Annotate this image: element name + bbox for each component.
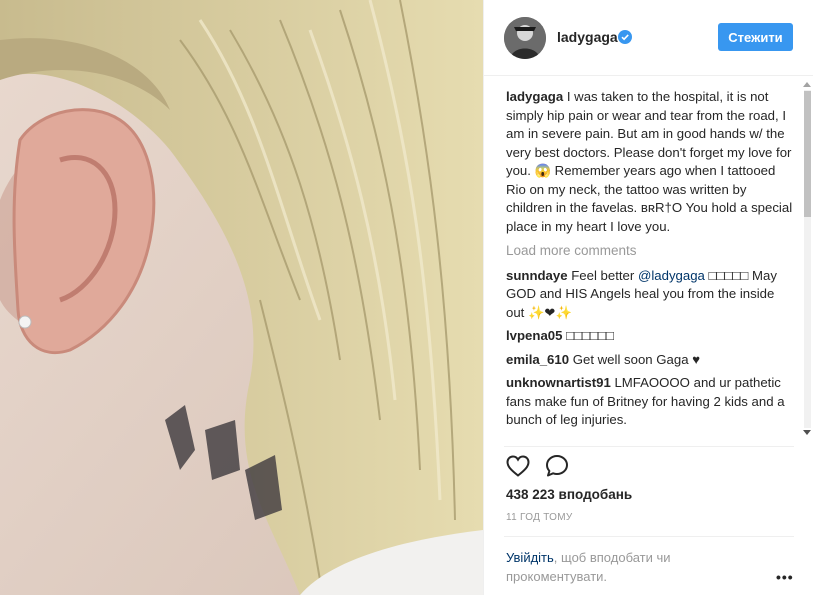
header-username[interactable]: ladygaga (557, 29, 618, 45)
heart-outline-icon[interactable] (506, 455, 530, 477)
divider (504, 446, 794, 447)
scroll-down-arrow-icon[interactable] (803, 430, 811, 435)
comment-mention[interactable]: @ladygaga (638, 268, 705, 283)
avatar[interactable] (504, 17, 546, 59)
post-panel: ladygaga Стежити ladygaga I was taken to… (483, 0, 813, 595)
login-link[interactable]: Увійдіть (506, 550, 554, 565)
follow-button[interactable]: Стежити (718, 23, 793, 51)
post-timestamp[interactable]: 11 ГОД ТОМУ (506, 512, 573, 523)
comment-text: Feel better (571, 267, 638, 283)
caption-text: I was taken to the hospital, it is not s… (506, 89, 793, 234)
comment-bubble-icon[interactable] (545, 454, 569, 478)
comment-item: emila_610 Get well soon Gaga ♥ (506, 351, 796, 370)
scroll-up-arrow-icon[interactable] (803, 82, 811, 87)
comment-item: sunndaye Feel better @ladygaga □□□□□ May… (506, 267, 796, 323)
comment-username[interactable]: unknownartist91 (506, 375, 611, 390)
scroll-thumb[interactable] (804, 91, 811, 217)
caption: ladygaga I was taken to the hospital, it… (506, 88, 796, 236)
divider (504, 536, 794, 537)
comments-scrollbar[interactable] (801, 78, 813, 440)
caption-username[interactable]: ladygaga (506, 89, 563, 104)
comment-username[interactable]: lvpena05 (506, 328, 562, 343)
more-options-icon[interactable]: ••• (776, 569, 794, 585)
verified-badge-icon (618, 30, 632, 44)
post-header: ladygaga Стежити (484, 0, 813, 76)
comment-text: Get well soon Gaga ♥ (572, 351, 701, 367)
comment-item: lvpena05 □□□□□□ (506, 327, 796, 346)
comment-username[interactable]: sunndaye (506, 268, 568, 283)
comment-username[interactable]: emila_610 (506, 352, 569, 367)
login-prompt: Увійдіть, щоб вподобати чи прокоментуват… (506, 548, 726, 586)
comment-text: □□□□□□ (566, 328, 614, 343)
load-more-comments[interactable]: Load more comments (506, 242, 796, 261)
post-photo[interactable] (0, 0, 483, 595)
comments-list: ladygaga I was taken to the hospital, it… (506, 88, 796, 440)
likes-count[interactable]: 438 223 вподобань (506, 487, 632, 502)
comment-item: unknownartist91 LMFAOOOO and ur pathetic… (506, 374, 796, 430)
